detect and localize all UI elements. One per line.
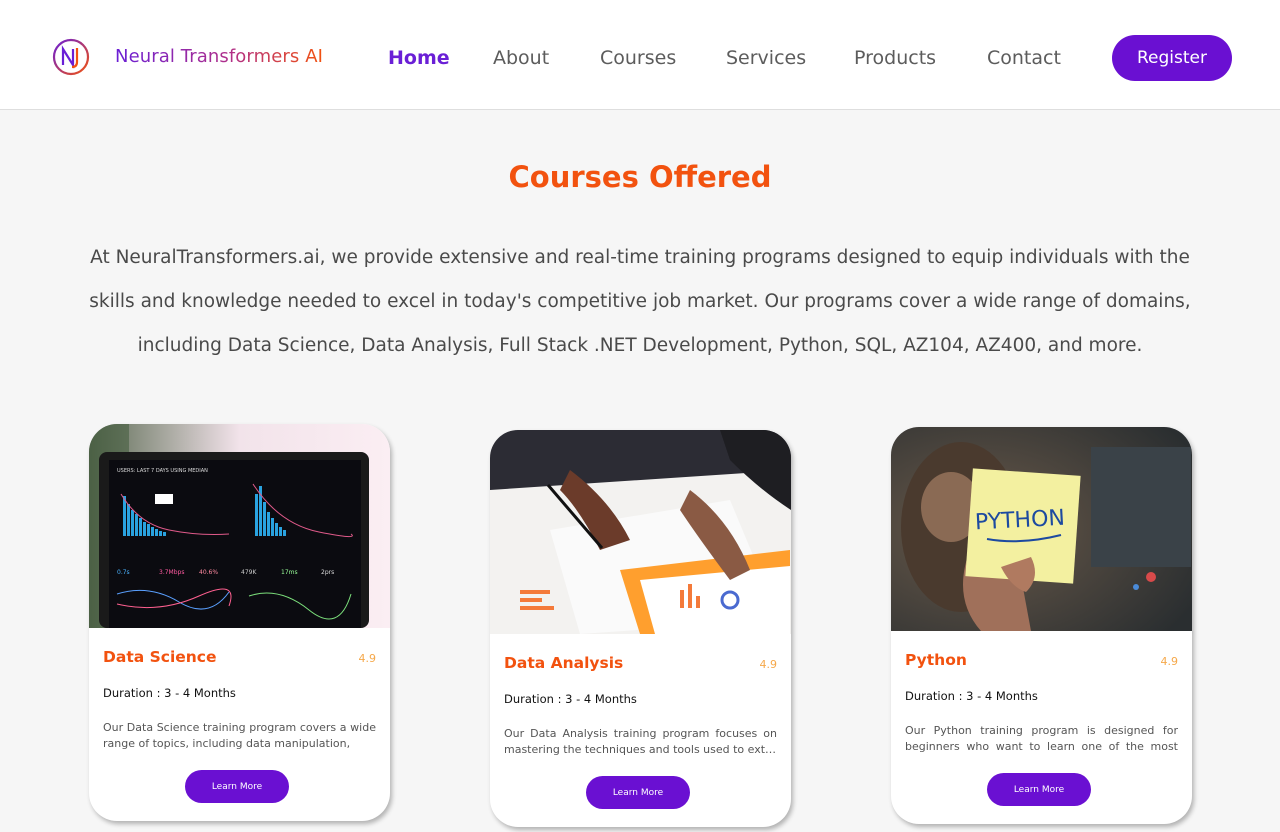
nav-products[interactable]: Products bbox=[854, 47, 936, 69]
course-description: Our Data Analysis training program focus… bbox=[504, 727, 777, 756]
course-rating: 4.9 bbox=[759, 658, 778, 671]
course-duration: Duration : 3 - 4 Months bbox=[905, 689, 1038, 703]
svg-text:40.6%: 40.6% bbox=[199, 569, 218, 576]
nav-services[interactable]: Services bbox=[726, 47, 806, 69]
nav-home[interactable]: Home bbox=[388, 47, 450, 69]
nav-contact[interactable]: Contact bbox=[987, 47, 1061, 69]
course-card-data-analysis: Data Analysis 4.9 Duration : 3 - 4 Month… bbox=[490, 430, 791, 827]
svg-text:479K: 479K bbox=[241, 569, 257, 576]
svg-text:17ms: 17ms bbox=[281, 569, 298, 576]
svg-text:0.7s: 0.7s bbox=[117, 569, 130, 576]
course-duration: Duration : 3 - 4 Months bbox=[103, 686, 236, 700]
course-rating: 4.9 bbox=[358, 652, 377, 665]
brand-name[interactable]: Neural Transformers AI bbox=[115, 46, 323, 67]
navbar: Neural Transformers AI Home About Course… bbox=[0, 0, 1280, 110]
course-description: Our Python training program is designed … bbox=[905, 724, 1178, 753]
nav-courses[interactable]: Courses bbox=[600, 47, 676, 69]
learn-more-button[interactable]: Learn More bbox=[586, 776, 690, 809]
course-rating: 4.9 bbox=[1160, 655, 1179, 668]
laptop-analytics-image: USERS: LAST 7 DAYS USING MEDIAN 0.7s 3.7… bbox=[89, 424, 390, 628]
course-title[interactable]: Data Science bbox=[103, 648, 217, 666]
data-analysis-image bbox=[490, 430, 791, 634]
course-card-python: PYTHON Python 4.9 Duration : 3 - 4 Month… bbox=[891, 427, 1192, 824]
section-description: At NeuralTransformers.ai, we provide ext… bbox=[89, 247, 1191, 356]
logo-icon[interactable] bbox=[52, 38, 90, 76]
learn-more-button[interactable]: Learn More bbox=[987, 773, 1091, 806]
course-card-data-science: USERS: LAST 7 DAYS USING MEDIAN 0.7s 3.7… bbox=[89, 424, 390, 821]
course-description: Our Data Science training program covers… bbox=[103, 721, 376, 750]
course-duration: Duration : 3 - 4 Months bbox=[504, 692, 637, 706]
section-title: Courses Offered bbox=[508, 160, 772, 194]
course-title[interactable]: Data Analysis bbox=[504, 654, 623, 672]
course-title[interactable]: Python bbox=[905, 651, 967, 669]
svg-text:2prs: 2prs bbox=[321, 569, 334, 576]
python-sticky-note-image: PYTHON bbox=[891, 427, 1192, 631]
svg-text:3.7Mbps: 3.7Mbps bbox=[159, 569, 184, 576]
nav-about[interactable]: About bbox=[493, 47, 549, 69]
sticky-note-text: PYTHON bbox=[974, 506, 1065, 536]
learn-more-button[interactable]: Learn More bbox=[185, 770, 289, 803]
svg-text:USERS: LAST 7 DAYS USING MEDIA: USERS: LAST 7 DAYS USING MEDIAN bbox=[117, 468, 208, 474]
register-button[interactable]: Register bbox=[1112, 35, 1232, 81]
